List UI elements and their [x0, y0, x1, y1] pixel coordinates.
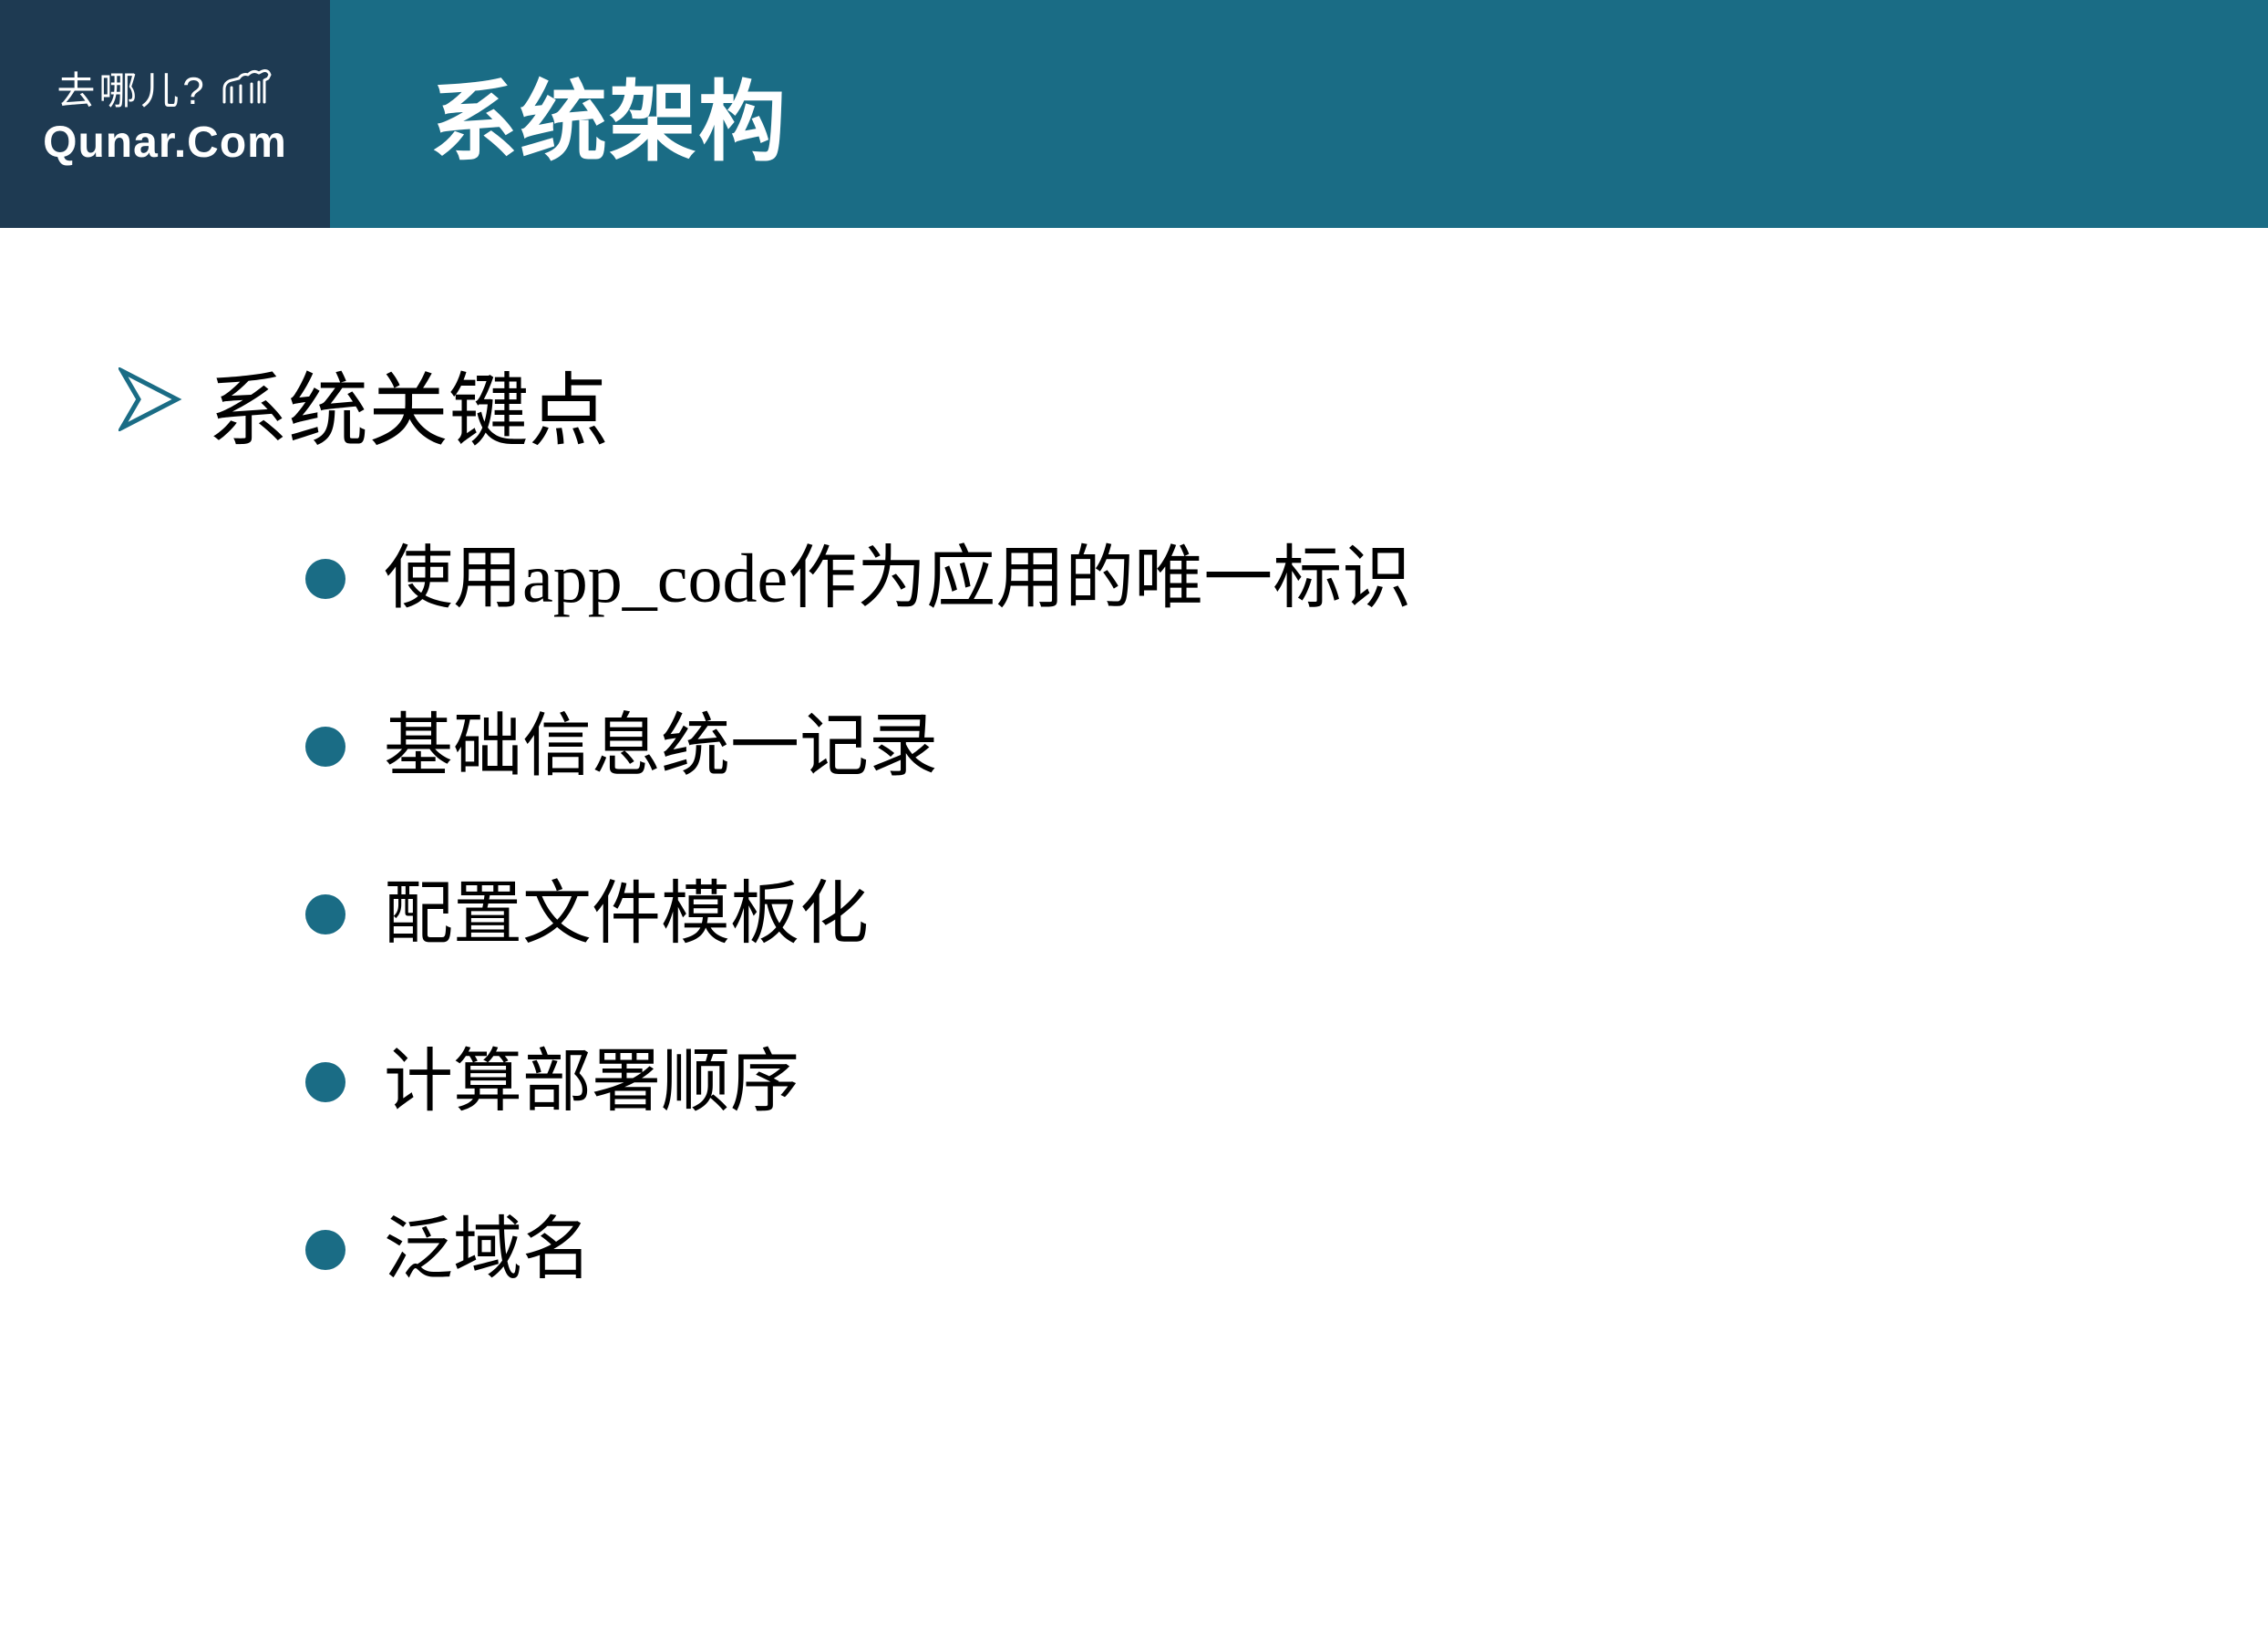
list-item: 使用app_code作为应用的唯一标识 [305, 544, 2149, 614]
dot-bullet-icon [305, 727, 345, 767]
bullet-text: 基础信息统一记录 [384, 712, 938, 781]
list-item: 计算部署顺序 [305, 1048, 2149, 1117]
slide-content: 系统关键点 使用app_code作为应用的唯一标识 基础信息统一记录 配置文件模… [0, 228, 2268, 1285]
slide-title: 系统架构 [430, 51, 788, 178]
dot-bullet-icon [305, 559, 345, 599]
bullet-text: 使用app_code作为应用的唯一标识 [384, 544, 1411, 614]
list-item: 基础信息统一记录 [305, 712, 2149, 781]
bullet-text: 计算部署顺序 [384, 1048, 799, 1117]
content-heading: 系统关键点 [208, 346, 609, 462]
camel-icon [219, 62, 273, 115]
logo-tagline: 去哪儿? [57, 60, 207, 116]
dot-bullet-icon [305, 894, 345, 934]
content-heading-row: 系统关键点 [119, 346, 2149, 462]
slide-header: 去哪儿? Qunar.Com 系统架构 [0, 0, 2268, 228]
bullet-text: 配置文件模板化 [384, 880, 869, 949]
logo-brand-name: Qunar.Com [43, 118, 287, 168]
bullet-list: 使用app_code作为应用的唯一标识 基础信息统一记录 配置文件模板化 计算部… [119, 544, 2149, 1285]
list-item: 泛域名 [305, 1215, 2149, 1285]
list-item: 配置文件模板化 [305, 880, 2149, 949]
arrow-bullet-icon [119, 366, 182, 444]
brand-logo: 去哪儿? Qunar.Com [0, 0, 330, 228]
logo-tagline-row: 去哪儿? [57, 60, 273, 116]
dot-bullet-icon [305, 1062, 345, 1102]
bullet-text: 泛域名 [384, 1215, 592, 1285]
dot-bullet-icon [305, 1230, 345, 1270]
